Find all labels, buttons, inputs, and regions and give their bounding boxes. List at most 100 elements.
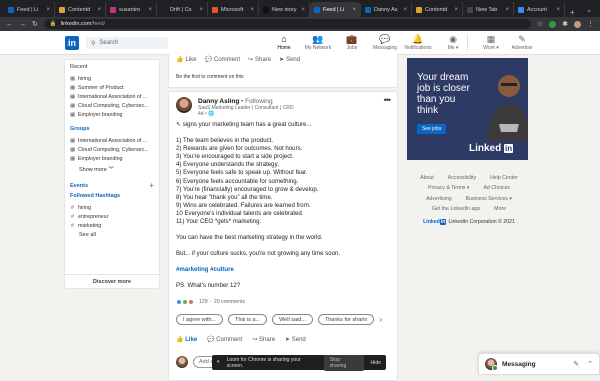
comments-count[interactable]: · 20 comments bbox=[211, 299, 245, 305]
nav-work[interactable]: ▦ Work ▾ bbox=[474, 34, 508, 51]
url-field[interactable]: 🔒 linkedin.com/feed/ bbox=[43, 19, 531, 29]
tab-close-icon[interactable]: × bbox=[199, 7, 203, 13]
sidebar-item[interactable]: # marketing bbox=[70, 221, 154, 230]
nav-advertise[interactable]: ✎ Advertise bbox=[505, 34, 539, 51]
nav-me[interactable]: ◉ Me ▾ bbox=[436, 34, 470, 51]
nav-jobs[interactable]: 💼 Jobs bbox=[335, 34, 369, 51]
events-title[interactable]: Events bbox=[70, 183, 88, 189]
send-button[interactable]: ➤ Send bbox=[279, 56, 300, 63]
author-name[interactable]: Danny Asling • Following bbox=[198, 98, 273, 105]
browser-tab[interactable]: Feed | Li × bbox=[4, 2, 55, 17]
star-icon[interactable]: ☆ bbox=[537, 20, 543, 28]
extension-icon[interactable] bbox=[549, 20, 557, 28]
tab-close-icon[interactable]: × bbox=[301, 7, 305, 13]
suggested-reply-pill[interactable]: Well said... bbox=[272, 314, 313, 325]
tab-close-icon[interactable]: × bbox=[250, 7, 254, 13]
sidebar-item[interactable]: ▦ International Association of ... bbox=[70, 136, 154, 145]
suggested-reply-pill[interactable]: Thanks for sharin bbox=[317, 314, 375, 325]
messaging-overlay[interactable]: Messaging ✎ ⌃ bbox=[478, 353, 600, 375]
footer-link[interactable]: Advertising bbox=[426, 194, 452, 204]
footer-link[interactable]: More bbox=[494, 204, 506, 214]
tab-close-icon[interactable]: × bbox=[556, 7, 560, 13]
profile-avatar[interactable] bbox=[574, 20, 581, 28]
reactions-summary[interactable]: 129 · 20 comments bbox=[176, 299, 245, 305]
post-hashtags[interactable]: #marketing #culture bbox=[176, 266, 388, 274]
suggested-reply-pill[interactable]: I agree with... bbox=[176, 314, 224, 325]
footer-link[interactable]: Business Services ▾ bbox=[466, 194, 512, 204]
footer-link[interactable]: Ad Choices bbox=[483, 183, 510, 193]
puzzle-icon[interactable]: ✱ bbox=[562, 20, 568, 28]
footer-link[interactable]: About bbox=[420, 173, 434, 183]
browser-tab[interactable]: Danny As × bbox=[361, 2, 412, 17]
tab-close-icon[interactable]: × bbox=[97, 7, 101, 13]
see-all-link[interactable]: See all bbox=[70, 230, 154, 238]
compose-icon[interactable]: ✎ bbox=[573, 360, 579, 368]
sidebar-item[interactable]: # hiring bbox=[70, 203, 154, 212]
browser-tab[interactable]: susantro × bbox=[106, 2, 157, 17]
menu-icon[interactable]: ⋮ bbox=[587, 20, 594, 28]
browser-tab[interactable]: Feed | Li × bbox=[310, 2, 361, 17]
nav-notifications[interactable]: 🔔 Notifications bbox=[401, 34, 435, 51]
add-event-icon[interactable]: + bbox=[149, 182, 154, 190]
nav-messaging[interactable]: 💬 Messaging bbox=[368, 34, 402, 51]
sidebar-item[interactable]: # entrepreneur bbox=[70, 212, 154, 221]
tab-close-icon[interactable]: × bbox=[352, 7, 356, 13]
hide-button[interactable]: Hide bbox=[371, 360, 381, 366]
author-avatar[interactable] bbox=[176, 97, 192, 113]
browser-tab[interactable]: New Tab × bbox=[463, 2, 514, 17]
stop-sharing-button[interactable]: Stop sharing bbox=[323, 354, 364, 371]
chevron-right-icon[interactable]: › bbox=[379, 314, 382, 325]
forward-icon[interactable]: → bbox=[19, 21, 26, 28]
like-button[interactable]: 👍 Like bbox=[176, 56, 197, 63]
share-button[interactable]: ↪ Share bbox=[248, 56, 271, 63]
expand-icon[interactable]: ⌃ bbox=[587, 360, 593, 368]
back-icon[interactable]: ← bbox=[6, 21, 13, 28]
browser-tab[interactable]: Microsoft × bbox=[208, 2, 259, 17]
messaging-label[interactable]: Messaging bbox=[502, 361, 536, 368]
send-button[interactable]: ➤ Send bbox=[285, 336, 306, 343]
search-input[interactable]: ⚲ Search bbox=[86, 37, 168, 49]
new-tab-icon[interactable]: + bbox=[565, 8, 580, 17]
browser-tab[interactable]: Contentd × bbox=[412, 2, 463, 17]
sidebar-item[interactable]: ▦ Summer of Product bbox=[70, 83, 154, 92]
like-button[interactable]: 👍 Like bbox=[176, 336, 197, 343]
see-jobs-button[interactable]: See jobs bbox=[417, 124, 447, 134]
post-menu-icon[interactable]: ••• bbox=[384, 95, 392, 105]
footer-link[interactable]: Get the LinkedIn app bbox=[432, 204, 480, 214]
show-more-button[interactable]: Show more ︾ bbox=[70, 163, 154, 173]
share-icon: ↪ bbox=[252, 337, 260, 343]
comment-button[interactable]: 💬 Comment bbox=[205, 56, 241, 63]
tab-close-icon[interactable]: × bbox=[148, 7, 152, 13]
sidebar-item[interactable]: ▦ Employer branding bbox=[70, 154, 154, 163]
discover-more-link[interactable]: Discover more bbox=[65, 274, 159, 288]
hashtags-title[interactable]: Followed Hashtags bbox=[70, 193, 154, 199]
tab-close-icon[interactable]: × bbox=[454, 7, 458, 13]
reload-icon[interactable]: ↻ bbox=[32, 20, 38, 28]
footer-link[interactable]: Help Center bbox=[490, 173, 518, 183]
tab-close-icon[interactable]: × bbox=[505, 7, 509, 13]
groups-title[interactable]: Groups bbox=[70, 126, 154, 132]
browser-tab[interactable]: Account × bbox=[514, 2, 565, 17]
sidebar-item[interactable]: ▦ Cloud Computing, Cybersec... bbox=[70, 145, 154, 154]
author-name-text[interactable]: Danny Asling bbox=[198, 98, 239, 105]
linkedin-logo[interactable]: in bbox=[65, 36, 79, 50]
browser-tab[interactable]: New story × bbox=[259, 2, 310, 17]
tab-close-icon[interactable]: × bbox=[46, 7, 50, 13]
browser-tab[interactable]: Drift | Co × bbox=[157, 2, 208, 17]
sidebar-item[interactable]: ▦ Employer branding bbox=[70, 110, 154, 119]
comment-button[interactable]: 💬 Comment bbox=[207, 336, 242, 343]
footer-link[interactable]: Privacy & Terms ▾ bbox=[428, 183, 469, 193]
browser-tab[interactable]: Contentd × bbox=[55, 2, 106, 17]
share-button[interactable]: ↪ Share bbox=[252, 336, 275, 343]
suggested-reply-pill[interactable]: This is a... bbox=[228, 314, 268, 325]
tab-search-icon[interactable]: ⌄ bbox=[586, 2, 600, 17]
footer-link[interactable]: Accessibility bbox=[448, 173, 476, 183]
sidebar-item[interactable]: ▦ hiring bbox=[70, 74, 154, 83]
ad-banner[interactable]: Your dream job is closer than you think … bbox=[407, 58, 528, 160]
sidebar-item[interactable]: ▦ International Association of ... bbox=[70, 92, 154, 101]
reaction-count[interactable]: 129 bbox=[199, 299, 208, 305]
nav-home[interactable]: ⌂ Home bbox=[267, 34, 301, 55]
tab-close-icon[interactable]: × bbox=[403, 7, 407, 13]
nav-my-network[interactable]: 👥 My Network bbox=[301, 34, 335, 51]
sidebar-item[interactable]: ▦ Cloud Computing, Cybersec... bbox=[70, 101, 154, 110]
